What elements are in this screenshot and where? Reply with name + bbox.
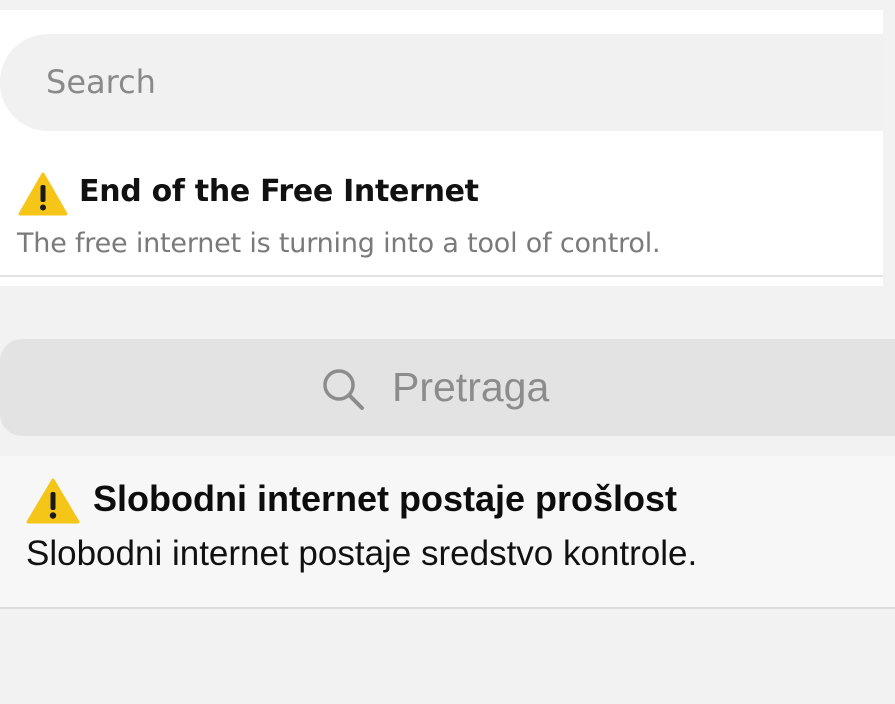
alert-row-serbian[interactable]: Slobodni internet postaje prošlost Slobo… [0,456,895,608]
search-placeholder: Search [46,63,156,101]
warning-icon [18,172,68,216]
alert-title-serbian: Slobodni internet postaje prošlost [93,478,678,519]
search-placeholder-serbian: Pretraga [392,364,550,410]
divider-serbian [0,607,895,609]
alert-subtitle-serbian: Slobodni internet postaje sredstvo kontr… [26,534,698,573]
english-panel: Search End of the Free Internet The free… [0,10,883,286]
alert-row[interactable]: End of the Free Internet The free intern… [0,162,883,276]
alert-subtitle: The free internet is turning into a tool… [17,228,661,259]
alert-title: End of the Free Internet [79,174,479,209]
search-bar-serbian[interactable]: Pretraga [0,339,895,436]
warning-icon [26,478,80,524]
divider [0,275,883,277]
search-icon [320,366,366,412]
search-bar[interactable]: Search [0,34,883,131]
screenshot-comparison: Search End of the Free Internet The free… [0,0,895,704]
